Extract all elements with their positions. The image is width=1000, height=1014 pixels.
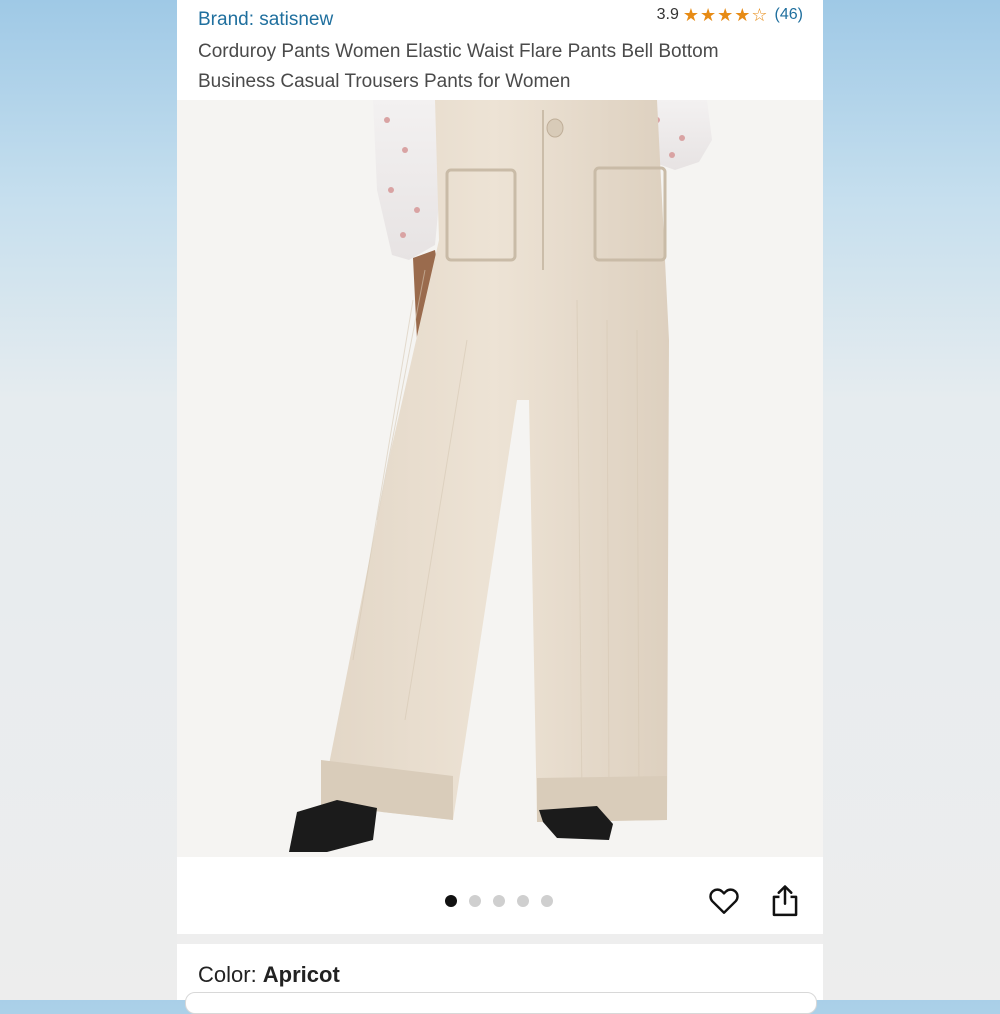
pants-photo [177, 100, 823, 857]
wishlist-button[interactable] [706, 882, 742, 918]
rating-summary[interactable]: 3.9 ★ ★ ★ ★ ☆ (46) [657, 6, 803, 24]
pagination-dot[interactable] [517, 895, 529, 907]
pagination-dot[interactable] [469, 895, 481, 907]
share-icon [772, 885, 798, 917]
background-right [823, 0, 1000, 1000]
pagination-dot[interactable] [445, 895, 457, 907]
product-header: Brand: satisnew 3.9 ★ ★ ★ ★ ☆ (46) Cordu… [177, 0, 823, 100]
star-icon: ★ [699, 5, 717, 25]
heart-icon [709, 888, 739, 914]
star-empty-icon: ☆ [751, 5, 768, 25]
product-image[interactable] [177, 100, 823, 857]
pagination-dot[interactable] [541, 895, 553, 907]
rating-value: 3.9 [656, 6, 679, 23]
star-icon: ★ [717, 5, 734, 25]
star-half-icon: ★ [734, 5, 751, 25]
background-left [0, 0, 177, 1000]
color-selector-label: Color: Apricot [198, 962, 340, 988]
star-icon: ★ [682, 5, 699, 25]
color-option-strip[interactable] [185, 992, 817, 1014]
pagination-dot[interactable] [493, 895, 505, 907]
color-label: Color: [198, 962, 263, 987]
image-pagination[interactable] [445, 895, 553, 907]
review-count[interactable]: (46) [775, 6, 803, 24]
share-button[interactable] [768, 883, 802, 919]
section-divider [177, 934, 823, 944]
product-card: Brand: satisnew 3.9 ★ ★ ★ ★ ☆ (46) Cordu… [177, 0, 823, 1014]
color-value: Apricot [262, 962, 340, 987]
product-title: Corduroy Pants Women Elastic Waist Flare… [198, 41, 719, 92]
star-rating: ★ ★ ★ ★ ☆ [683, 6, 768, 24]
brand-link[interactable]: Brand: satisnew [198, 9, 333, 31]
